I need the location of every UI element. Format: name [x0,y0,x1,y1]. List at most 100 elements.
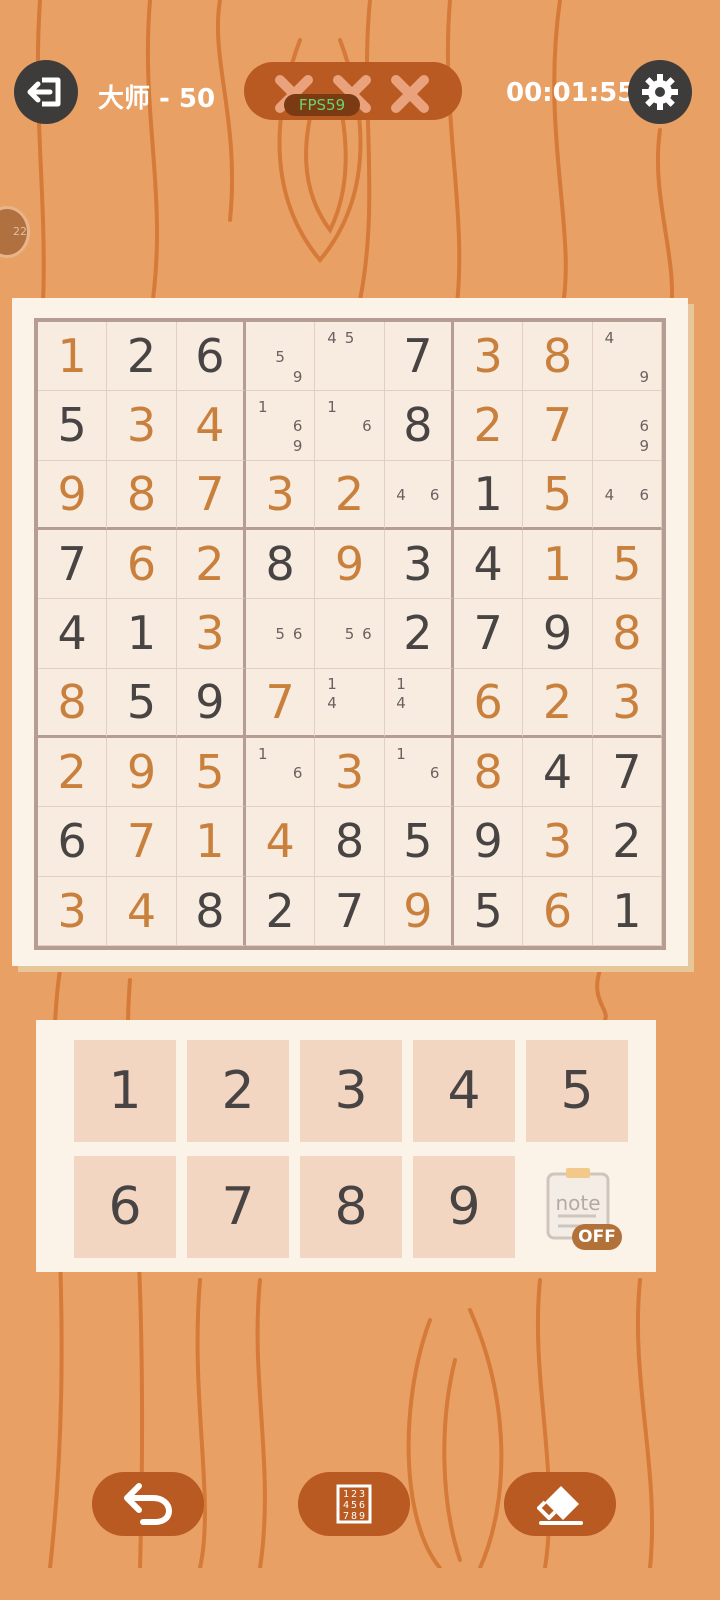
board-cell[interactable]: 7 [176,460,246,530]
board-cell[interactable]: 8 [384,391,454,461]
board-cell[interactable]: 7 [38,530,108,600]
board-cell[interactable]: 1 [523,530,593,600]
board-cell[interactable]: 5 [384,807,454,877]
board-cell[interactable]: 5 [176,738,246,808]
board-cell[interactable]: 45 [315,322,385,392]
board-cell[interactable]: 7 [523,391,593,461]
board-cell[interactable]: 4 [38,599,108,669]
board-cell[interactable]: 3 [315,738,385,808]
board-cell[interactable]: 9 [38,460,108,530]
undo-button[interactable] [92,1472,204,1536]
board-cell[interactable]: 8 [592,599,662,669]
board-cell[interactable]: 8 [454,738,524,808]
board-cell[interactable]: 3 [246,460,316,530]
board-cell[interactable]: 6 [454,668,524,738]
cell-digit: 4 [542,745,573,800]
board-cell[interactable]: 8 [246,530,316,600]
board-cell[interactable]: 8 [176,876,246,946]
board-cell[interactable]: 49 [592,322,662,392]
board-cell[interactable]: 3 [38,876,108,946]
board-cell[interactable]: 9 [107,738,177,808]
board-cell[interactable]: 5 [523,460,593,530]
board-cell[interactable]: 8 [315,807,385,877]
board-cell[interactable]: 6 [176,322,246,392]
board-cell[interactable]: 2 [107,322,177,392]
board-cell[interactable]: 7 [315,876,385,946]
board-cell[interactable]: 5 [38,391,108,461]
board-cell[interactable]: 2 [38,738,108,808]
board-cell[interactable]: 59 [246,322,316,392]
board-cell[interactable]: 3 [107,391,177,461]
board-cell[interactable]: 6 [38,807,108,877]
board-cell[interactable]: 7 [107,807,177,877]
key-8[interactable]: 8 [300,1156,402,1258]
board-cell[interactable]: 7 [246,668,316,738]
board-cell[interactable]: 9 [176,668,246,738]
board-cell[interactable]: 9 [384,876,454,946]
board-cell[interactable]: 1 [454,460,524,530]
board-cell[interactable]: 4 [107,876,177,946]
board-cell[interactable]: 14 [315,668,385,738]
board-cell[interactable]: 7 [384,322,454,392]
board-cell[interactable]: 9 [454,807,524,877]
board-cell[interactable]: 56 [246,599,316,669]
board-cell[interactable]: 6 [523,876,593,946]
board-cell[interactable]: 16 [246,738,316,808]
key-6[interactable]: 6 [74,1156,176,1258]
board-cell[interactable]: 16 [315,391,385,461]
board-cell[interactable]: 16 [384,738,454,808]
key-9[interactable]: 9 [413,1156,515,1258]
board-cell[interactable]: 5 [592,530,662,600]
board-cell[interactable]: 2 [246,876,316,946]
board-cell[interactable]: 1 [592,876,662,946]
board-cell[interactable]: 46 [384,460,454,530]
board-cell[interactable]: 56 [315,599,385,669]
board-cell[interactable]: 7 [454,599,524,669]
board-cell[interactable]: 3 [592,668,662,738]
board-cell[interactable]: 8 [38,668,108,738]
board-cell[interactable]: 4 [246,807,316,877]
board-cell[interactable]: 4 [176,391,246,461]
board-cell[interactable]: 3 [523,807,593,877]
board-cell[interactable]: 69 [592,391,662,461]
board-cell[interactable]: 1 [38,322,108,392]
board-cell[interactable]: 8 [107,460,177,530]
board-cell[interactable]: 1 69 [246,391,316,461]
board-cell[interactable]: 3 [176,599,246,669]
board-cell[interactable]: 4 [523,738,593,808]
board-cell[interactable]: 7 [592,738,662,808]
board-cell[interactable]: 8 [523,322,593,392]
erase-button[interactable] [504,1472,616,1536]
exit-button[interactable] [14,60,78,124]
board-cell[interactable]: 9 [523,599,593,669]
board-cell[interactable]: 2 [592,807,662,877]
board-cell[interactable]: 6 [107,530,177,600]
key-1[interactable]: 1 [74,1040,176,1142]
board-cell[interactable]: 2 [176,530,246,600]
board-cell[interactable]: 2 [454,391,524,461]
board-cell[interactable]: 1 [176,807,246,877]
svg-text:2: 2 [351,1489,357,1500]
cell-digit: 3 [334,745,365,800]
key-5[interactable]: 5 [526,1040,628,1142]
key-4[interactable]: 4 [413,1040,515,1142]
svg-text:9: 9 [359,1511,365,1522]
board-cell[interactable]: 4 [454,530,524,600]
cell-digit: 6 [195,329,225,384]
board-cell[interactable]: 2 [384,599,454,669]
board-cell[interactable]: 9 [315,530,385,600]
board-cell[interactable]: 1 [107,599,177,669]
board-cell[interactable]: 3 [384,530,454,600]
board-cell[interactable]: 5 [454,876,524,946]
board-cell[interactable]: 46 [592,460,662,530]
board-cell[interactable]: 2 [315,460,385,530]
board-cell[interactable]: 2 [523,668,593,738]
board-cell[interactable]: 5 [107,668,177,738]
candidates-button[interactable]: 123 456 789 [298,1472,410,1536]
key-2[interactable]: 2 [187,1040,289,1142]
settings-button[interactable] [628,60,692,124]
board-cell[interactable]: 14 [384,668,454,738]
key-7[interactable]: 7 [187,1156,289,1258]
key-3[interactable]: 3 [300,1040,402,1142]
board-cell[interactable]: 3 [454,322,524,392]
